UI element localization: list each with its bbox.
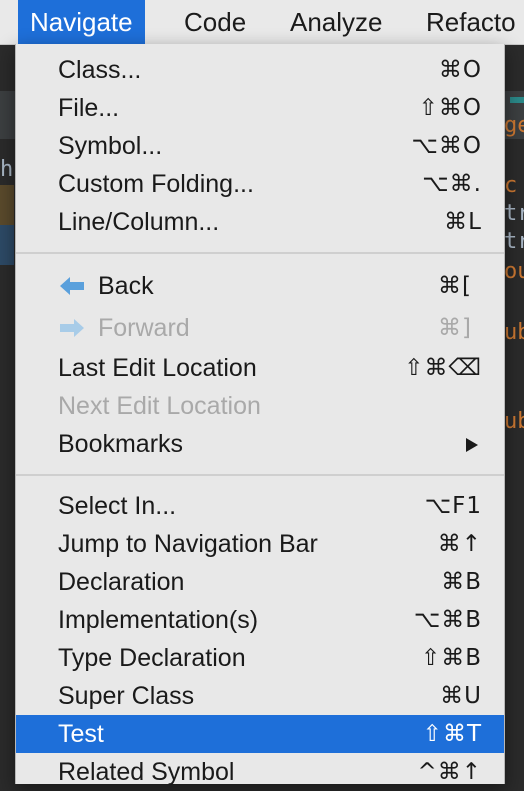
editor-left-fragment: h xyxy=(0,157,14,182)
submenu-arrow-icon xyxy=(466,438,478,452)
menu-item-jump-to-navigation-bar[interactable]: Jump to Navigation Bar ⌘↑ xyxy=(16,525,504,563)
menu-analyze[interactable]: Analyze xyxy=(278,0,395,44)
menu-item-shortcut: ⌘L xyxy=(444,209,482,235)
menu-item-class[interactable]: Class... ⌘O xyxy=(16,51,504,89)
menu-separator xyxy=(16,474,504,476)
menu-item-label: Jump to Navigation Bar xyxy=(58,530,318,558)
menu-item-back[interactable]: Back ⌘[ xyxy=(16,267,504,305)
code-fragment: ub xyxy=(504,409,524,434)
menu-item-next-edit-location: Next Edit Location xyxy=(16,387,504,425)
menu-item-shortcut: ⇧⌘T xyxy=(422,721,482,747)
menu-item-symbol[interactable]: Symbol... ⌥⌘O xyxy=(16,127,504,165)
menu-item-super-class[interactable]: Super Class ⌘U xyxy=(16,677,504,715)
code-fragment: ou xyxy=(504,259,524,284)
code-fragment: tr xyxy=(504,229,524,254)
menu-item-label: Class... xyxy=(58,56,142,84)
menu-item-shortcut: ⌘↑ xyxy=(437,531,482,557)
menu-item-label: Last Edit Location xyxy=(58,354,257,382)
navigate-dropdown-menu: Class... ⌘O File... ⇧⌘O Symbol... ⌥⌘O Cu… xyxy=(15,44,505,786)
menu-item-label: Type Declaration xyxy=(58,644,246,672)
arrow-left-icon xyxy=(60,277,84,295)
menu-item-label: Related Symbol xyxy=(58,758,235,786)
menu-item-shortcut: ⌥⌘O xyxy=(411,133,482,159)
menu-item-label: Back xyxy=(98,272,154,300)
menu-navigate[interactable]: Navigate xyxy=(18,0,145,44)
menu-item-last-edit-location[interactable]: Last Edit Location ⇧⌘⌫ xyxy=(16,349,504,387)
menu-item-shortcut: ⌘] xyxy=(438,315,472,341)
menu-item-label: Symbol... xyxy=(58,132,163,160)
menu-item-shortcut: ⌥⌘. xyxy=(422,171,482,197)
menu-item-shortcut: ⌘[ xyxy=(438,273,472,299)
arrow-right-icon xyxy=(60,319,84,337)
editor-gutter-mark xyxy=(0,185,14,225)
menu-refactor[interactable]: Refacto xyxy=(414,0,524,44)
menu-item-label: Super Class xyxy=(58,682,195,710)
code-fragment: c xyxy=(504,173,518,198)
menu-item-custom-folding[interactable]: Custom Folding... ⌥⌘. xyxy=(16,165,504,203)
menu-item-shortcut: ⇧⌘B xyxy=(420,645,482,671)
menu-item-bookmarks[interactable]: Bookmarks xyxy=(16,425,504,463)
menu-item-type-declaration[interactable]: Type Declaration ⇧⌘B xyxy=(16,639,504,677)
menu-bar: Navigate Code Analyze Refacto xyxy=(0,0,524,45)
menu-item-shortcut: ⇧⌘⌫ xyxy=(404,355,482,381)
code-fragment: tr xyxy=(504,201,524,226)
menu-item-label: Test xyxy=(58,720,104,748)
menu-item-select-in[interactable]: Select In... ⌥F1 xyxy=(16,487,504,525)
menu-item-line-column[interactable]: Line/Column... ⌘L xyxy=(16,203,504,241)
menu-item-label: Select In... xyxy=(58,492,177,520)
menu-item-test[interactable]: Test ⇧⌘T xyxy=(16,715,504,753)
menu-code[interactable]: Code xyxy=(172,0,258,44)
menu-item-shortcut: ^⌘↑ xyxy=(417,759,482,785)
menu-item-file[interactable]: File... ⇧⌘O xyxy=(16,89,504,127)
menu-item-shortcut: ⌘B xyxy=(441,569,482,595)
menu-item-label: Custom Folding... xyxy=(58,170,254,198)
menu-item-shortcut: ⌘U xyxy=(440,683,482,709)
menu-item-label: Line/Column... xyxy=(58,208,220,236)
menu-item-label: Declaration xyxy=(58,568,185,596)
code-fragment: ge xyxy=(504,113,524,138)
menu-item-label: File... xyxy=(58,94,120,122)
menu-separator xyxy=(16,252,504,254)
menu-item-related-symbol[interactable]: Related Symbol ^⌘↑ xyxy=(16,753,504,791)
menu-item-shortcut: ⌘O xyxy=(438,57,482,83)
code-fragment: ub xyxy=(504,320,524,345)
menu-item-shortcut: ⌥⌘B xyxy=(413,607,482,633)
menu-item-implementations[interactable]: Implementation(s) ⌥⌘B xyxy=(16,601,504,639)
menu-item-label: Bookmarks xyxy=(58,430,184,458)
menu-item-label: Forward xyxy=(98,314,190,342)
menu-item-shortcut: ⇧⌘O xyxy=(418,95,482,121)
editor-tab-indicator xyxy=(510,97,524,103)
editor-gutter-selection xyxy=(0,225,14,265)
menu-item-declaration[interactable]: Declaration ⌘B xyxy=(16,563,504,601)
menu-item-shortcut: ⌥F1 xyxy=(424,493,482,519)
menu-item-label: Next Edit Location xyxy=(58,392,261,420)
menu-item-forward: Forward ⌘] xyxy=(16,309,504,347)
menu-item-label: Implementation(s) xyxy=(58,606,259,634)
